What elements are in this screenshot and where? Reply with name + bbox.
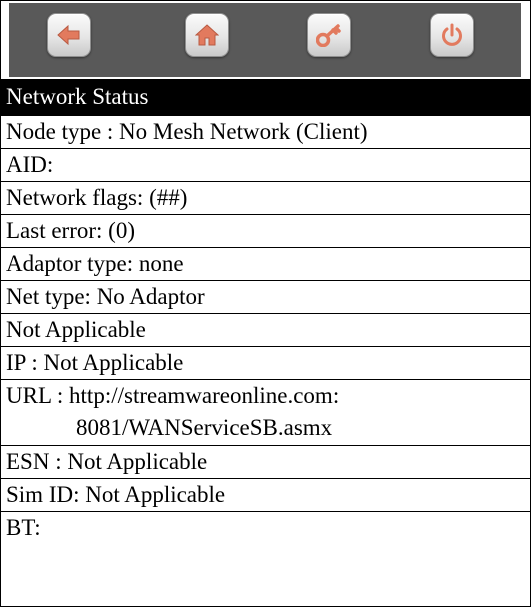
key-button[interactable] xyxy=(307,13,351,57)
network-flags-row: Network flags: (##) xyxy=(1,181,530,214)
last-error-row: Last error: (0) xyxy=(1,214,530,247)
power-icon xyxy=(440,23,464,47)
node-type-row: Node type : No Mesh Network (Client) xyxy=(1,115,530,148)
url-line-2: 8081/WANServiceSB.asmx xyxy=(76,415,333,440)
key-icon xyxy=(316,23,342,47)
esn-row: ESN : Not Applicable xyxy=(1,445,530,478)
toolbar xyxy=(9,3,521,77)
page-title: Network Status xyxy=(1,79,530,115)
home-button[interactable] xyxy=(185,13,229,57)
back-button[interactable] xyxy=(47,13,91,57)
not-applicable-row: Not Applicable xyxy=(1,313,530,346)
bt-row: BT: xyxy=(1,511,530,544)
adaptor-type-row: Adaptor type: none xyxy=(1,247,530,280)
url-row: URL : http://streamwareonline.com: 8081/… xyxy=(1,379,530,445)
aid-row: AID: xyxy=(1,148,530,181)
power-button[interactable] xyxy=(430,13,474,57)
network-status-screen: Network Status Node type : No Mesh Netwo… xyxy=(0,0,531,607)
net-type-row: Net type: No Adaptor xyxy=(1,280,530,313)
home-icon xyxy=(195,23,219,47)
sim-id-row: Sim ID: Not Applicable xyxy=(1,478,530,511)
url-line-1: URL : http://streamwareonline.com: xyxy=(6,383,340,408)
ip-row: IP : Not Applicable xyxy=(1,346,530,379)
back-arrow-icon xyxy=(57,24,81,46)
status-list: Node type : No Mesh Network (Client) AID… xyxy=(1,115,530,544)
